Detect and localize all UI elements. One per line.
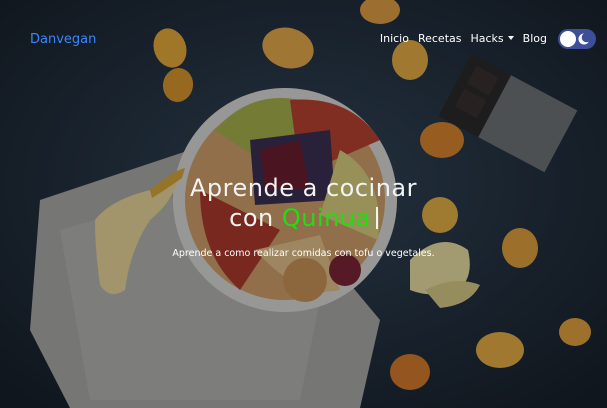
typing-cursor xyxy=(375,207,378,229)
nav-item-hacks[interactable]: Hacks xyxy=(471,29,514,49)
hero-title-line-1: Aprende a cocinar xyxy=(190,174,417,202)
hero-title-prefix: con xyxy=(229,204,274,232)
nav-item-recetas[interactable]: Recetas xyxy=(418,29,462,49)
hero-section: Danvegan Inicio Recetas Hacks Blog Apren… xyxy=(0,0,607,408)
moon-icon xyxy=(578,32,592,45)
hero-subtitle: Aprende a como realizar comidas con tofu… xyxy=(172,248,435,259)
nav-menu: Inicio Recetas Hacks Blog xyxy=(380,29,596,49)
navbar: Danvegan Inicio Recetas Hacks Blog xyxy=(0,0,607,78)
hero-title-line-2: con Quinua xyxy=(0,204,607,233)
caret-down-icon xyxy=(507,36,514,40)
toggle-knob xyxy=(560,31,576,47)
nav-item-blog[interactable]: Blog xyxy=(523,29,547,49)
nav-item-hacks-label: Hacks xyxy=(470,32,504,45)
nav-item-inicio[interactable]: Inicio xyxy=(380,29,409,49)
theme-toggle[interactable] xyxy=(558,29,596,49)
brand-logo-link[interactable]: Danvegan xyxy=(30,32,96,47)
hero-title-highlight: Quinua xyxy=(281,204,371,232)
